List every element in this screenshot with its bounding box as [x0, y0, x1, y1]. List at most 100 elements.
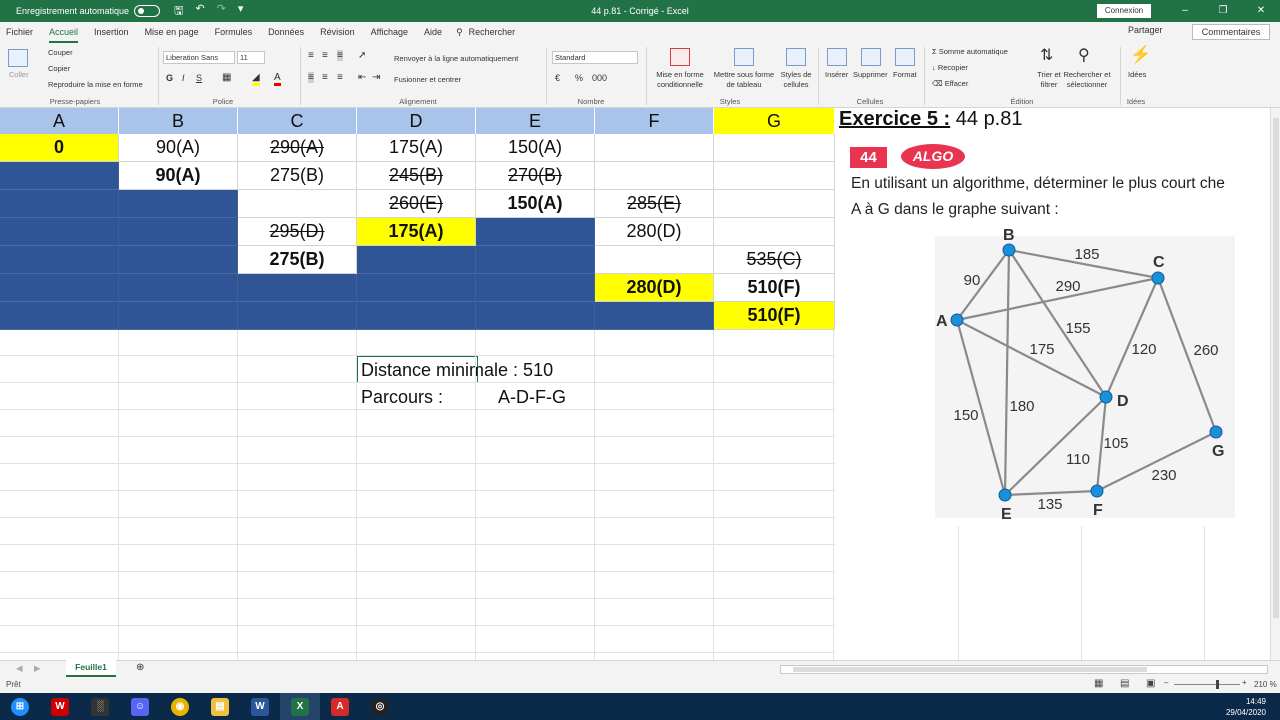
undo-icon[interactable]: ↶: [195, 2, 204, 21]
ideas-button[interactable]: Idées: [1128, 70, 1146, 79]
cell-r1-c0[interactable]: [0, 162, 119, 190]
paste-button[interactable]: Coller: [9, 70, 29, 79]
tab-review[interactable]: Révision: [320, 22, 355, 43]
horizontal-scrollbar[interactable]: [780, 665, 1268, 674]
cell-r2-c4[interactable]: 150(A): [476, 190, 595, 218]
italic-button[interactable]: I: [182, 73, 185, 83]
vertical-scrollbar[interactable]: [1270, 108, 1280, 660]
indent-increase-icon[interactable]: ⇥: [372, 72, 380, 83]
cell-r2-c5[interactable]: 285(E): [595, 190, 714, 218]
normal-view-icon[interactable]: ▦: [1094, 678, 1103, 689]
column-header-6[interactable]: G: [714, 108, 835, 134]
ribbon-display-icon[interactable]: □: [1128, 0, 1166, 22]
taskbar-app-5[interactable]: ▤: [200, 693, 240, 720]
find-select-icon[interactable]: ⚲: [1078, 45, 1090, 65]
align-top-icon[interactable]: ≡: [308, 50, 314, 61]
zoom-level[interactable]: 210 %: [1254, 680, 1277, 689]
align-center-icon[interactable]: ≡: [322, 72, 328, 83]
cell-r3-c5[interactable]: 280(D): [595, 218, 714, 246]
cell-r6-c1[interactable]: [119, 302, 238, 330]
tab-view[interactable]: Affichage: [371, 22, 408, 43]
tab-insert[interactable]: Insertion: [94, 22, 129, 43]
path-value-cell[interactable]: A-D-F-G: [498, 387, 566, 408]
taskbar-app-8[interactable]: A: [320, 693, 360, 720]
cell-r0-c5[interactable]: [595, 134, 714, 162]
start-button[interactable]: ⊞: [0, 693, 40, 720]
cell-r3-c4[interactable]: [476, 218, 595, 246]
cell-r4-c5[interactable]: [595, 246, 714, 274]
cell-r2-c1[interactable]: [119, 190, 238, 218]
redo-icon[interactable]: ↷: [217, 2, 226, 21]
cell-r2-c0[interactable]: [0, 190, 119, 218]
column-header-2[interactable]: C: [238, 108, 357, 134]
table-format-icon[interactable]: [734, 48, 754, 66]
font-name-combo[interactable]: Liberation Sans: [163, 51, 235, 64]
wrap-text-button[interactable]: Renvoyer à la ligne automatiquement: [394, 54, 518, 63]
cell-r4-c2[interactable]: 275(B): [238, 246, 357, 274]
indent-decrease-icon[interactable]: ⇤: [358, 72, 366, 83]
find-select-button[interactable]: Rechercher et sélectionner: [1060, 70, 1114, 90]
fill-color-icon[interactable]: ◢: [252, 72, 260, 86]
cell-r4-c0[interactable]: [0, 246, 119, 274]
fill-button[interactable]: ↓ Recopier: [932, 63, 968, 72]
cell-r5-c3[interactable]: [357, 274, 476, 302]
tab-home[interactable]: Accueil: [49, 22, 79, 43]
zoom-slider[interactable]: [1174, 684, 1240, 685]
font-color-icon[interactable]: A: [274, 72, 281, 86]
cell-r4-c1[interactable]: [119, 246, 238, 274]
format-cells-icon[interactable]: [895, 48, 915, 66]
cell-r4-c4[interactable]: [476, 246, 595, 274]
cell-styles-button[interactable]: Styles de cellules: [778, 70, 814, 90]
taskbar-app-9[interactable]: ◎: [360, 693, 400, 720]
cell-r1-c3[interactable]: 245(B): [357, 162, 476, 190]
column-header-5[interactable]: F: [595, 108, 714, 134]
insert-cells-button[interactable]: Insérer: [825, 70, 848, 79]
column-header-1[interactable]: B: [119, 108, 238, 134]
cell-r3-c6[interactable]: [714, 218, 835, 246]
comments-button[interactable]: Commentaires: [1192, 24, 1270, 40]
underline-button[interactable]: S: [196, 73, 202, 83]
clear-button[interactable]: ⌫ Effacer: [932, 79, 968, 88]
cell-r0-c1[interactable]: 90(A): [119, 134, 238, 162]
conditional-format-icon[interactable]: [670, 48, 690, 66]
column-header-3[interactable]: D: [357, 108, 476, 134]
copy-button[interactable]: Copier: [48, 64, 70, 73]
tab-help[interactable]: Aide: [424, 22, 442, 43]
tab-data[interactable]: Données: [268, 22, 304, 43]
spreadsheet-grid[interactable]: Distance minimale : 510 Parcours : A-D-F…: [0, 108, 835, 660]
add-sheet-icon[interactable]: ⊕: [136, 662, 144, 673]
distance-result-cell[interactable]: Distance minimale : 510: [361, 360, 553, 381]
ideas-icon[interactable]: ⚡: [1130, 45, 1151, 65]
cell-r6-c6[interactable]: 510(F): [714, 302, 835, 330]
merge-center-button[interactable]: Fusionner et centrer: [394, 75, 461, 84]
share-button[interactable]: Partager: [1128, 25, 1163, 35]
borders-icon[interactable]: ▦: [222, 72, 231, 83]
sort-filter-icon[interactable]: ⇅: [1040, 45, 1053, 65]
cell-r1-c4[interactable]: 270(B): [476, 162, 595, 190]
minimize-icon[interactable]: –: [1166, 0, 1204, 22]
cut-button[interactable]: Couper: [48, 48, 73, 57]
percent-icon[interactable]: %: [575, 73, 583, 83]
page-layout-view-icon[interactable]: ▤: [1120, 678, 1129, 689]
font-size-combo[interactable]: 11: [237, 51, 265, 64]
conditional-format-button[interactable]: Mise en forme conditionnelle: [652, 70, 708, 90]
taskbar-app-1[interactable]: W: [40, 693, 80, 720]
cell-r4-c3[interactable]: [357, 246, 476, 274]
cell-styles-icon[interactable]: [786, 48, 806, 66]
cell-r6-c0[interactable]: [0, 302, 119, 330]
cell-r2-c6[interactable]: [714, 190, 835, 218]
cell-r0-c4[interactable]: 150(A): [476, 134, 595, 162]
cell-r0-c2[interactable]: 290(A): [238, 134, 357, 162]
align-bottom-icon[interactable]: ≡: [337, 50, 343, 61]
paste-icon[interactable]: [8, 49, 28, 67]
cell-r1-c2[interactable]: 275(B): [238, 162, 357, 190]
column-header-4[interactable]: E: [476, 108, 595, 134]
thousands-icon[interactable]: 000: [592, 73, 607, 83]
cell-r5-c5[interactable]: 280(D): [595, 274, 714, 302]
close-icon[interactable]: ✕: [1242, 0, 1280, 22]
cell-r3-c0[interactable]: [0, 218, 119, 246]
cell-r2-c3[interactable]: 260(E): [357, 190, 476, 218]
autosum-button[interactable]: Σ Somme automatique: [932, 47, 1008, 56]
cell-r4-c6[interactable]: 535(C): [714, 246, 835, 274]
taskbar-app-7[interactable]: X: [280, 693, 320, 720]
